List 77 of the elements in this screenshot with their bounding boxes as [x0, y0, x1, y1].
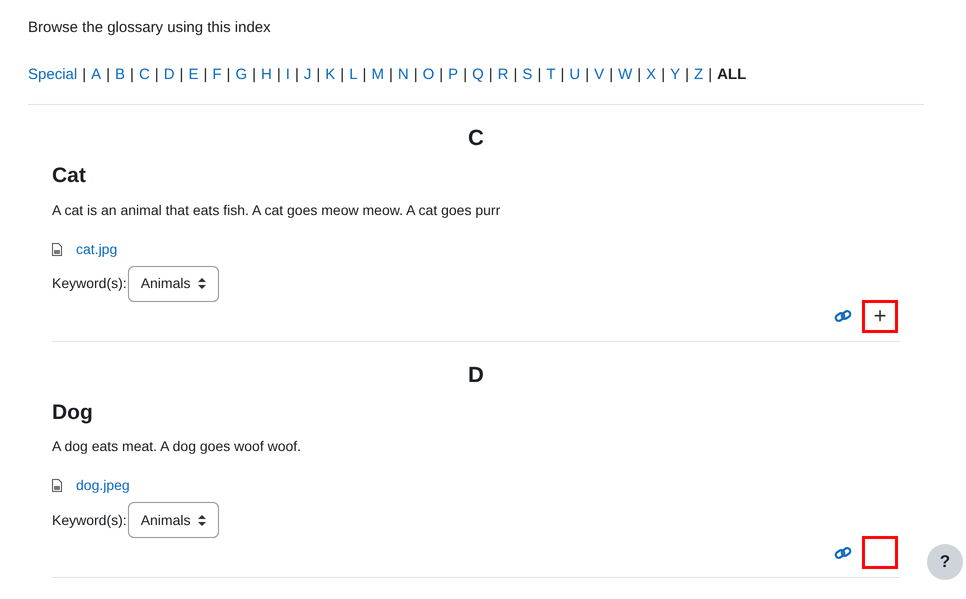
index-link[interactable]: D	[164, 64, 175, 86]
separator: |	[316, 64, 320, 84]
separator: |	[180, 64, 184, 84]
attachment-link[interactable]: cat.jpg	[76, 238, 118, 260]
index-link[interactable]: U	[569, 64, 580, 86]
separator: |	[439, 64, 444, 84]
letter-heading: C	[467, 124, 485, 152]
index-link[interactable]: J	[304, 64, 312, 86]
index-link[interactable]: K	[325, 64, 336, 86]
entry-title: Dog	[52, 400, 94, 426]
index-link[interactable]: X	[646, 64, 656, 86]
separator: |	[362, 64, 366, 84]
index-link[interactable]: F	[212, 64, 222, 86]
separator: |	[154, 64, 159, 84]
separator: |	[488, 64, 493, 84]
index-link[interactable]: B	[115, 64, 126, 86]
entry-title: Cat	[52, 163, 87, 189]
separator: |	[585, 64, 590, 84]
file-icon	[52, 242, 62, 256]
separator: |	[82, 64, 86, 84]
index-link[interactable]: ALL	[717, 64, 746, 86]
add-button[interactable]: +	[862, 300, 898, 332]
keyword-select[interactable]: Animals	[128, 502, 220, 538]
index-link[interactable]: W	[618, 64, 632, 86]
index-link[interactable]: C	[138, 64, 150, 86]
index-link[interactable]: Y	[670, 64, 680, 86]
index-link[interactable]: L	[349, 64, 358, 86]
index-link[interactable]: H	[261, 64, 272, 86]
letter-heading: D	[467, 360, 485, 388]
keyword-label: Keyword(s):	[52, 510, 127, 530]
index-link[interactable]: M	[371, 64, 384, 86]
separator: |	[708, 64, 712, 84]
separator: |	[130, 64, 134, 84]
index-link[interactable]: T	[546, 64, 556, 86]
separator: |	[463, 64, 468, 84]
separator: |	[340, 64, 344, 84]
sort-caret-icon	[198, 514, 206, 526]
file-icon	[52, 479, 62, 492]
index-link[interactable]: I	[286, 64, 290, 86]
keyword-select[interactable]: Animals	[128, 266, 220, 302]
entry-definition: A cat is an animal that eats fish. A cat goes meow meow. A cat goes purr	[52, 200, 502, 220]
index-link[interactable]: G	[235, 64, 248, 86]
attachment-link[interactable]: dog.jpeg	[76, 475, 130, 496]
separator: |	[203, 64, 208, 84]
intro-text: Browse the glossary using this index	[28, 18, 272, 38]
help-button[interactable]: ?	[927, 544, 963, 580]
separator: |	[560, 64, 564, 84]
keyword-label: Keyword(s):	[52, 274, 127, 293]
index-link[interactable]: O	[422, 64, 434, 86]
separator: |	[609, 64, 614, 84]
index-link[interactable]: V	[594, 64, 604, 86]
separator: |	[226, 64, 230, 84]
link-icon[interactable]	[834, 546, 852, 560]
separator: |	[106, 64, 110, 84]
separator: |	[685, 64, 690, 84]
index-link[interactable]: N	[398, 64, 409, 86]
entry-definition: A dog eats meat. A dog goes woof woof.	[52, 437, 302, 456]
separator: |	[388, 64, 393, 84]
index-link[interactable]: Z	[694, 64, 704, 86]
separator: |	[661, 64, 666, 84]
index-link[interactable]: S	[522, 64, 532, 86]
link-icon[interactable]	[834, 309, 852, 323]
separator: |	[514, 64, 518, 84]
index-link[interactable]: R	[498, 64, 509, 86]
sort-caret-icon	[198, 278, 206, 289]
separator: |	[276, 64, 281, 84]
separator: |	[637, 64, 642, 84]
add-button[interactable]	[862, 536, 898, 569]
index-link[interactable]: P	[448, 64, 458, 86]
index-link[interactable]: E	[188, 64, 198, 86]
index-link[interactable]: Special	[28, 64, 78, 86]
index-link[interactable]: A	[91, 64, 102, 86]
separator: |	[537, 64, 542, 84]
separator: |	[414, 64, 418, 84]
index-link[interactable]: Q	[472, 64, 484, 86]
separator: |	[294, 64, 299, 84]
separator: |	[252, 64, 256, 84]
